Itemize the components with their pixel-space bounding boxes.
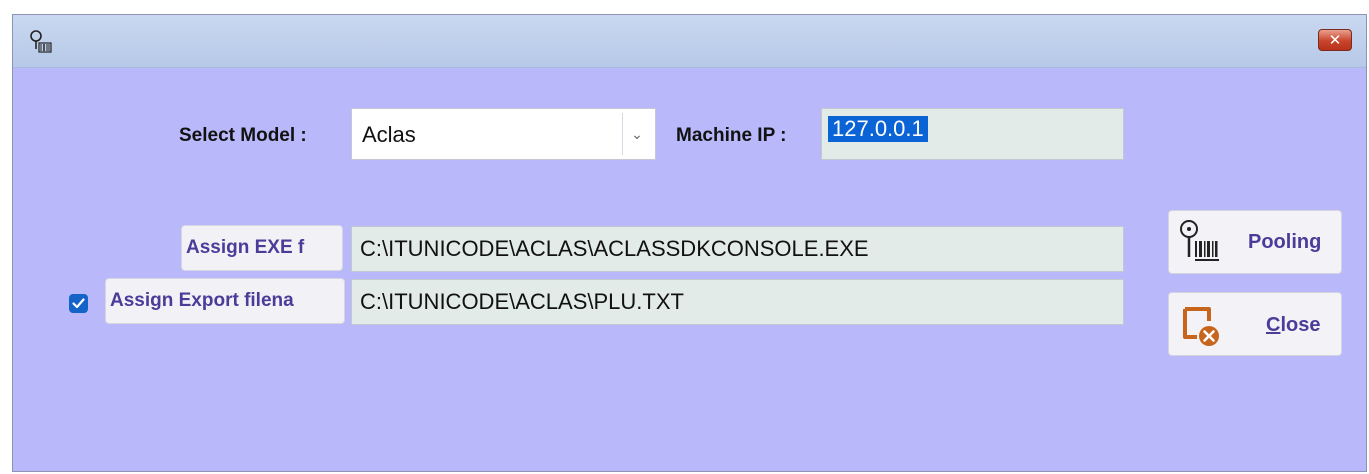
checkmark-icon: [72, 298, 85, 309]
close-mnemonic: C: [1266, 314, 1281, 336]
assign-export-button[interactable]: Assign Export filena: [105, 278, 345, 324]
machine-ip-value: 127.0.0.1: [828, 116, 928, 142]
close-label-rest: lose: [1280, 314, 1321, 336]
exe-path-value: C:\ITUNICODE\ACLAS\ACLASSDKCONSOLE.EXE: [360, 236, 869, 261]
model-select[interactable]: Aclas ⌄: [351, 108, 656, 160]
select-model-label: Select Model :: [179, 125, 307, 146]
export-checkbox[interactable]: [69, 294, 88, 313]
app-icon: [30, 30, 52, 53]
window-close-icon: [1183, 307, 1219, 346]
chevron-down-icon[interactable]: ⌄: [622, 113, 651, 155]
pooling-button[interactable]: Pooling: [1168, 210, 1342, 274]
exe-path-field[interactable]: C:\ITUNICODE\ACLAS\ACLASSDKCONSOLE.EXE: [351, 226, 1124, 272]
close-label: Close: [1266, 314, 1320, 337]
barcode-scale-icon: [1180, 220, 1219, 261]
title-bar: ✕: [13, 15, 1366, 68]
machine-ip-label: Machine IP :: [676, 125, 787, 146]
close-icon: ✕: [1328, 31, 1342, 49]
assign-exe-label: Assign EXE f: [186, 237, 305, 258]
window-close-button[interactable]: ✕: [1318, 29, 1352, 51]
dialog-window: ✕ Select Model : Aclas ⌄ Machine IP : 12…: [12, 14, 1367, 472]
assign-export-label: Assign Export filena: [110, 290, 294, 311]
export-path-value: C:\ITUNICODE\ACLAS\PLU.TXT: [360, 289, 684, 314]
machine-ip-input[interactable]: 127.0.0.1: [821, 108, 1124, 160]
export-path-field[interactable]: C:\ITUNICODE\ACLAS\PLU.TXT: [351, 279, 1124, 325]
pooling-label: Pooling: [1248, 231, 1322, 253]
model-select-value: Aclas: [362, 122, 416, 147]
close-button[interactable]: Close: [1168, 292, 1342, 356]
assign-exe-button[interactable]: Assign EXE f: [181, 225, 343, 271]
